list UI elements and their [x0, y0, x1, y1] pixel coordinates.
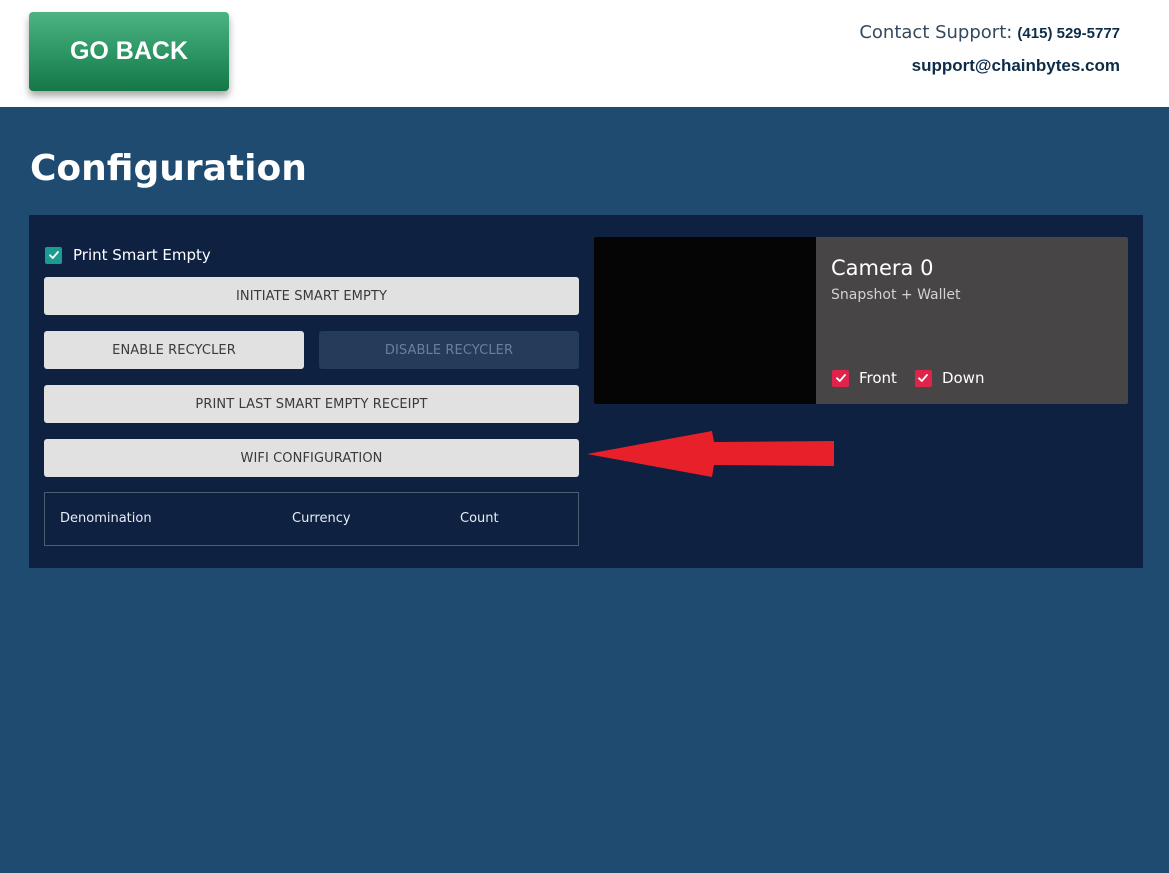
denomination-table: Denomination Currency Count — [44, 492, 579, 546]
column-header-denomination: Denomination — [60, 511, 152, 526]
check-icon — [835, 374, 846, 382]
down-checkbox[interactable] — [914, 369, 932, 387]
camera-subtitle: Snapshot + Wallet — [831, 287, 961, 303]
camera-title: Camera 0 — [831, 256, 934, 280]
column-header-currency: Currency — [292, 511, 351, 526]
contact-support: Contact Support: (415) 529-5777 — [859, 22, 1120, 43]
column-header-count: Count — [460, 511, 499, 526]
disable-recycler-button: DISABLE RECYCLER — [319, 331, 579, 369]
wifi-configuration-button[interactable]: WIFI CONFIGURATION — [44, 439, 579, 477]
contact-phone: (415) 529-5777 — [1017, 25, 1120, 42]
front-checkbox[interactable] — [832, 369, 849, 387]
page-title: Configuration — [30, 148, 307, 189]
camera-card: Camera 0 Snapshot + Wallet Front Down — [594, 237, 1128, 404]
down-label: Down — [941, 369, 985, 387]
camera-option-down[interactable]: Down — [914, 369, 985, 387]
top-bar: GO BACK Contact Support: (415) 529-5777 … — [0, 0, 1169, 107]
camera-option-front[interactable]: Front — [832, 369, 897, 387]
camera-preview — [594, 237, 816, 404]
print-smart-empty-checkbox[interactable] — [45, 246, 62, 264]
print-smart-empty-option[interactable]: Print Smart Empty — [45, 246, 211, 264]
check-icon — [918, 374, 929, 382]
check-icon — [48, 251, 59, 259]
contact-email: support@chainbytes.com — [911, 56, 1120, 75]
initiate-smart-empty-button[interactable]: INITIATE SMART EMPTY — [44, 277, 579, 315]
front-label: Front — [859, 369, 897, 387]
enable-recycler-button[interactable]: ENABLE RECYCLER — [44, 331, 304, 369]
camera-options: Front Down — [832, 369, 1002, 387]
print-smart-empty-label: Print Smart Empty — [73, 246, 211, 264]
contact-support-label: Contact Support: — [859, 22, 1013, 43]
arrow-left-icon — [587, 431, 834, 477]
go-back-button[interactable]: GO BACK — [29, 12, 229, 91]
red-arrow-annotation — [587, 431, 834, 477]
print-last-smart-empty-receipt-button[interactable]: PRINT LAST SMART EMPTY RECEIPT — [44, 385, 579, 423]
